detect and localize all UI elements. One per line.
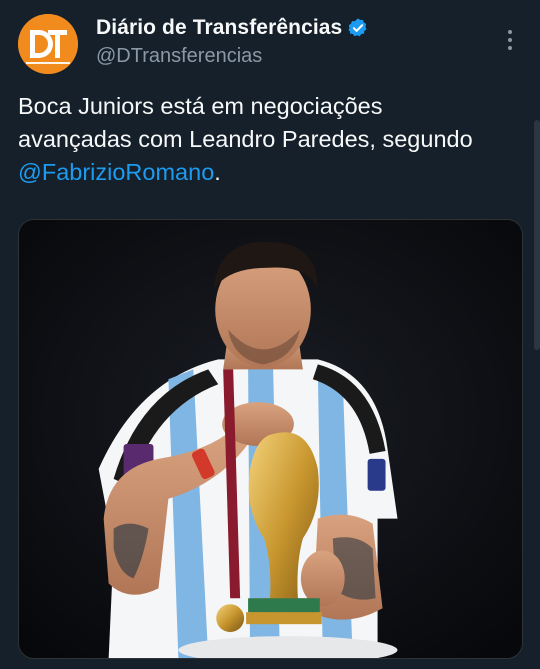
verified-badge-icon — [348, 18, 367, 37]
scrollbar[interactable] — [534, 120, 540, 350]
tweet-card[interactable]: Diário de Transferências @DTransferencia… — [0, 0, 540, 669]
avatar[interactable] — [18, 14, 78, 74]
tweet-photo[interactable] — [18, 219, 523, 659]
more-dot — [508, 38, 512, 42]
mention-link[interactable]: @FabrizioRomano — [18, 159, 214, 185]
tweet-text-body: Boca Juniors está em negociações avançad… — [18, 93, 473, 152]
tweet-text-end: . — [214, 159, 221, 185]
more-dot — [508, 30, 512, 34]
more-dot — [508, 46, 512, 50]
author-display-name[interactable]: Diário de Transferências — [96, 16, 342, 40]
dt-logo-icon — [18, 14, 78, 74]
more-options-icon[interactable] — [500, 28, 520, 52]
author-handle[interactable]: @DTransferencias — [96, 45, 262, 68]
author-name-row[interactable]: Diário de Transferências — [96, 16, 369, 40]
photo-illustration — [19, 220, 522, 658]
tweet-text: Boca Juniors está em negociações avançad… — [18, 90, 488, 189]
